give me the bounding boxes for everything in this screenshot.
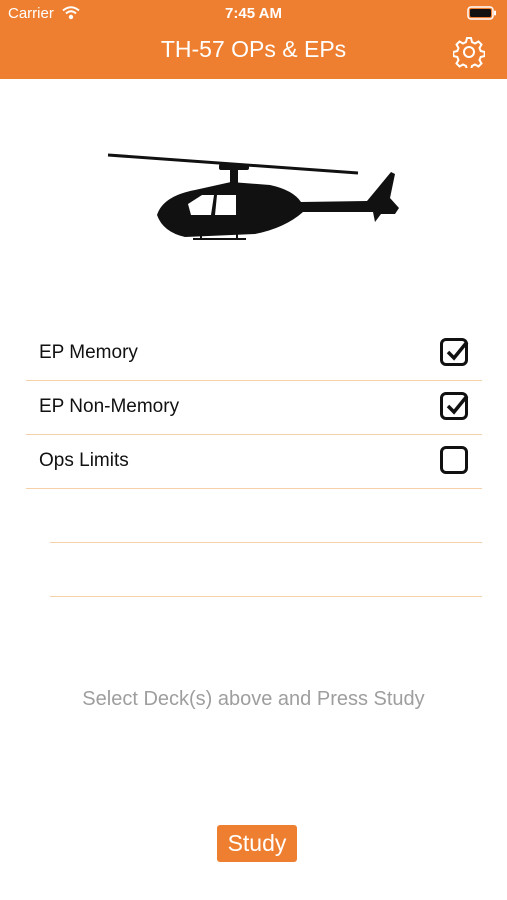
nav-title: TH-57 OPs & EPs — [160, 36, 347, 62]
status-time: 7:45 AM — [225, 5, 282, 22]
deck-label: EP Memory — [39, 342, 138, 363]
checkbox-checked-icon[interactable] — [440, 338, 469, 366]
deck-row-ops-limits[interactable]: Ops Limits — [26, 434, 482, 489]
empty-row — [50, 542, 482, 597]
helicopter-icon — [105, 152, 405, 247]
deck-label: EP Non-Memory — [39, 396, 180, 417]
deck-label: Ops Limits — [39, 450, 129, 471]
gear-icon[interactable] — [452, 36, 486, 73]
study-button[interactable]: Study — [217, 825, 297, 862]
empty-row — [50, 488, 482, 543]
deck-row-ep-memory[interactable]: EP Memory — [26, 326, 482, 381]
checkbox-checked-icon[interactable] — [440, 392, 469, 420]
battery-icon — [467, 6, 497, 25]
checkbox-unchecked-icon[interactable] — [440, 446, 468, 474]
instruction-text: Select Deck(s) above and Press Study — [82, 688, 425, 710]
nav-bar: Carrier 7:45 AM TH-57 OPs & EPs — [0, 0, 507, 79]
deck-row-ep-non-memory[interactable]: EP Non-Memory — [26, 380, 482, 435]
